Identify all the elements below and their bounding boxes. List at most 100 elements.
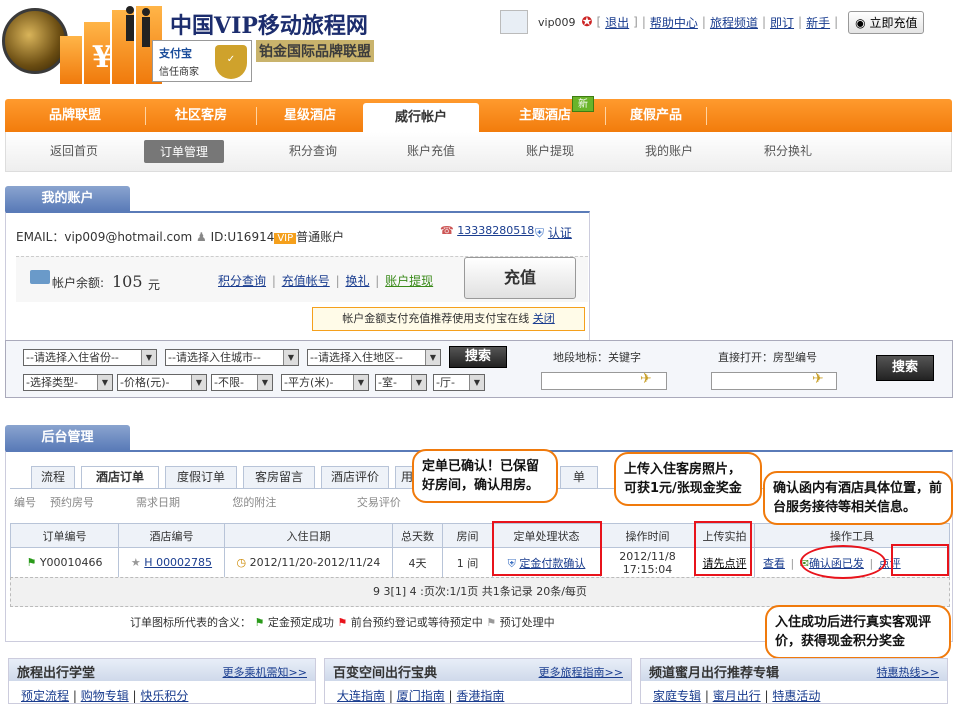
- confirmation-highlight: [800, 545, 886, 579]
- panel-link[interactable]: 购物专辑: [81, 689, 129, 703]
- hall-select[interactable]: -厅-: [433, 374, 485, 391]
- sort-row: 编号 预约房号 需求日期 您的附注 交易评价: [14, 494, 401, 510]
- points-query-link[interactable]: 积分查询: [218, 274, 266, 288]
- panel-link[interactable]: 蜜月出行: [713, 689, 761, 703]
- panel-link[interactable]: 快乐积分: [140, 689, 188, 703]
- panel-link[interactable]: 香港指南: [456, 689, 504, 703]
- nav-star-hotels[interactable]: 星级酒店: [257, 99, 363, 132]
- panel-link[interactable]: 预定流程: [21, 689, 69, 703]
- area-select[interactable]: -平方(米)-: [281, 374, 369, 391]
- play-icon: ◉: [855, 15, 870, 30]
- district-select[interactable]: --请选择入住地区--: [307, 349, 441, 366]
- airplane-icon: ✈: [812, 371, 824, 387]
- tab-hotel-orders[interactable]: 酒店订单: [81, 466, 159, 489]
- sort-date[interactable]: 需求日期: [136, 496, 180, 509]
- vip-badge: VIP: [274, 233, 297, 244]
- sort-room[interactable]: 预约房号: [50, 496, 94, 509]
- brand-title: 中国VIP移动旅程网: [170, 13, 368, 39]
- bottom-panel-travel-guide: 百变空间出行宝典 更多旅程指南>> 大连指南 | 厦门指南 | 香港指南: [324, 658, 632, 704]
- panel-title: 旅程出行学堂: [17, 666, 96, 681]
- col-days: 总天数: [392, 523, 443, 548]
- main-nav: 品牌联盟 社区客房 星级酒店 威行帐户 主题酒店 度假产品: [5, 99, 952, 132]
- tip-text: 帐户金额支付充值推荐使用支付宝在线: [342, 312, 530, 325]
- subnav-points-query[interactable]: 积分查询: [289, 142, 337, 159]
- avatar[interactable]: [500, 10, 528, 34]
- legend-label: 订单图标所代表的含义：: [130, 616, 251, 629]
- brand-subtitle: 铂金国际品牌联盟: [256, 40, 374, 62]
- room-select[interactable]: -室-: [375, 374, 427, 391]
- upload-highlight: [694, 521, 752, 576]
- subnav-order-management[interactable]: 订单管理: [144, 140, 225, 163]
- tab-vacation-orders[interactable]: 度假订单: [165, 466, 237, 488]
- nav-community-rooms[interactable]: 社区客房: [146, 99, 256, 132]
- search-button[interactable]: 搜索: [449, 346, 507, 368]
- view-link[interactable]: 查看: [763, 557, 785, 570]
- type-select[interactable]: -选择类型-: [23, 374, 113, 391]
- unlimited-select[interactable]: -不限-: [211, 374, 273, 391]
- alipay-trust-badge: 支付宝 信任商家 ✓: [152, 40, 252, 82]
- sort-note[interactable]: 您的附注: [232, 496, 276, 509]
- subnav-home[interactable]: 返回首页: [50, 142, 98, 159]
- tab-hotel-reviews[interactable]: 酒店评价: [321, 466, 389, 488]
- coin-logo-icon: [2, 8, 68, 74]
- col-checkin-date: 入住日期: [224, 523, 393, 548]
- nav-brand-alliance[interactable]: 品牌联盟: [5, 99, 145, 132]
- tab-process[interactable]: 流程: [31, 466, 75, 488]
- panel-link[interactable]: 特惠活动: [772, 689, 820, 703]
- tab-more-2[interactable]: 单: [560, 466, 598, 488]
- nav-vacation-products[interactable]: 度假产品: [606, 99, 706, 132]
- site-logo[interactable]: ¥ 中国VIP移动旅程网 支付宝 信任商家 ✓ 铂金国际品牌联盟: [0, 0, 390, 90]
- panel-link[interactable]: 厦门指南: [397, 689, 445, 703]
- panel-link[interactable]: 家庭专辑: [653, 689, 701, 703]
- subnav-my-account[interactable]: 我的账户: [645, 142, 693, 159]
- email-label: EMAIL：vip009@hotmail.com: [16, 230, 193, 244]
- col-order-no: 订单编号: [10, 523, 119, 548]
- exchange-gift-link[interactable]: 换礼: [345, 274, 369, 288]
- nav-account[interactable]: 威行帐户: [363, 103, 479, 132]
- travel-channel-link[interactable]: 旅程频道: [710, 14, 758, 31]
- city-select[interactable]: --请选择入住城市--: [165, 349, 299, 366]
- more-link[interactable]: 更多乘机需知>>: [223, 664, 307, 680]
- more-link[interactable]: 特惠热线>>: [877, 664, 939, 680]
- total-days: 4天: [392, 547, 443, 578]
- panel-title: 频道蜜月出行推荐专辑: [649, 666, 780, 681]
- subnav-points-exchange[interactable]: 积分换礼: [764, 142, 812, 159]
- more-link[interactable]: 更多旅程指南>>: [539, 664, 623, 680]
- airplane-icon: ✈: [640, 371, 652, 387]
- tab-room-messages[interactable]: 客房留言: [243, 466, 315, 488]
- logout-link[interactable]: 退出: [605, 14, 629, 31]
- hotel-no-link[interactable]: H 00002785: [144, 556, 212, 569]
- subnav-withdraw[interactable]: 账户提现: [526, 142, 574, 159]
- withdraw-link[interactable]: 账户提现: [385, 274, 433, 288]
- table-header-row: 订单编号 酒店编号 入住日期 总天数 房间 定单处理状态 操作时间 上传实拍 操…: [10, 523, 950, 548]
- panel-link[interactable]: 大连指南: [337, 689, 385, 703]
- subnav-account-recharge[interactable]: 账户充值: [407, 142, 455, 159]
- sort-review[interactable]: 交易评价: [357, 496, 401, 509]
- bottom-panel-honeymoon: 频道蜜月出行推荐专辑 特惠热线>> 家庭专辑 | 蜜月出行 | 特惠活动: [640, 658, 948, 704]
- recharge-tip: 帐户金额支付充值推荐使用支付宝在线 关闭: [312, 307, 585, 331]
- shield-icon: ⛨: [535, 226, 545, 240]
- callout-upload-photo: 上传入住客房照片，可获1元/张现金奖金: [614, 452, 762, 506]
- charge-button[interactable]: 充值: [464, 257, 576, 299]
- yen-icon: ¥: [92, 40, 113, 75]
- star-icon: ★: [130, 556, 141, 569]
- phone-area: ☎ 13338280518: [440, 224, 534, 237]
- sort-number[interactable]: 编号: [14, 496, 36, 509]
- pagination[interactable]: 9 3[1] 4 :页次:1/1页 共1条记录 20条/每页: [10, 577, 950, 607]
- search-button-2[interactable]: 搜索: [876, 355, 934, 381]
- phone-link[interactable]: 13338280518: [457, 224, 534, 237]
- recharge-now-button[interactable]: ◉ 立即充值: [848, 10, 925, 34]
- province-select[interactable]: --请选择入住省份--: [23, 349, 157, 366]
- recharge-account-link[interactable]: 充值帐号: [282, 274, 330, 288]
- help-center-link[interactable]: 帮助中心: [650, 14, 698, 31]
- clock-icon: ◷: [236, 556, 247, 569]
- legend-deposit-success: 定金预定成功: [267, 616, 334, 629]
- close-tip-link[interactable]: 关闭: [533, 312, 555, 325]
- instant-book-link[interactable]: 即订: [770, 14, 794, 31]
- panel-title: 百变空间出行宝典: [333, 666, 438, 681]
- certify-link[interactable]: 认证: [548, 226, 572, 240]
- newbie-link[interactable]: 新手: [806, 14, 830, 31]
- price-select[interactable]: -价格(元)-: [117, 374, 207, 391]
- legend-waiting: 前台预约登记或等待预定中: [350, 616, 483, 629]
- user-icon: ♟: [195, 230, 207, 244]
